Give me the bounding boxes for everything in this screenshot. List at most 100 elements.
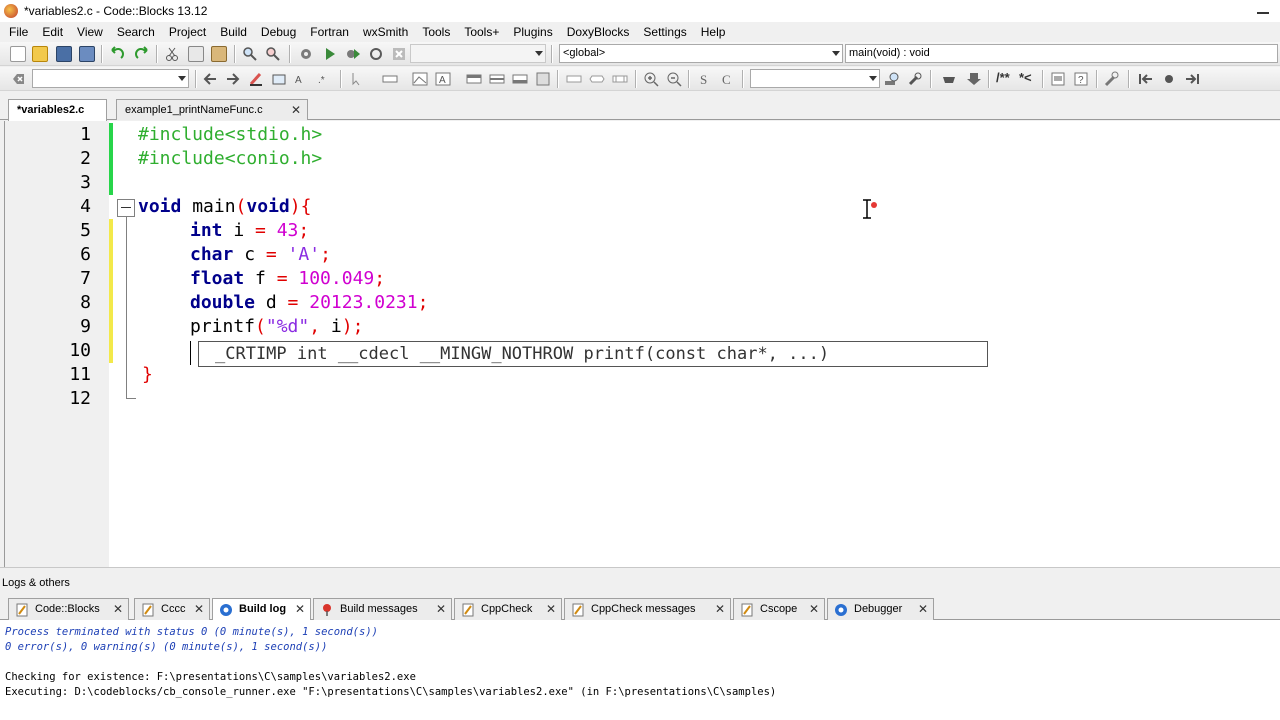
paste-icon[interactable]: [211, 46, 227, 62]
code-editor[interactable]: 1 2 3 4 5 6 7 8 9 10 11 12 #include<stdi…: [4, 121, 1280, 567]
menu-doxyblocks[interactable]: DoxyBlocks: [560, 22, 637, 42]
rebuild-icon[interactable]: [368, 46, 384, 62]
tab-example1-printnamefunc[interactable]: example1_printNameFunc.c ✕: [116, 99, 308, 120]
layout-top-icon[interactable]: [466, 71, 482, 87]
fold-collapse-icon[interactable]: [117, 199, 135, 217]
layout-fill-icon[interactable]: [535, 71, 551, 87]
run-icon[interactable]: [322, 46, 338, 62]
build-target-dropdown[interactable]: [410, 44, 546, 63]
build-gear-icon[interactable]: [298, 46, 314, 62]
prev-bookmark-icon[interactable]: [1138, 71, 1154, 87]
redo-icon[interactable]: [134, 46, 150, 62]
shape-hex-icon[interactable]: [589, 71, 605, 87]
tab-cscope[interactable]: Cscope ✕: [733, 598, 825, 620]
build-log-output[interactable]: Process terminated with status 0 (0 minu…: [0, 620, 1280, 720]
zoom-out-icon[interactable]: [666, 71, 682, 87]
jump-forward-icon[interactable]: [225, 71, 241, 87]
match-case-icon[interactable]: [271, 71, 287, 87]
tab-build-log[interactable]: Build log ✕: [212, 598, 311, 620]
tab-codeblocks-log[interactable]: Code::Blocks ✕: [8, 598, 129, 620]
menu-tools-plus[interactable]: Tools+: [457, 22, 506, 42]
pointer-icon[interactable]: [348, 71, 364, 87]
function-dropdown[interactable]: main(void) : void: [845, 44, 1278, 63]
menu-fortran[interactable]: Fortran: [303, 22, 356, 42]
doxy-wrench-icon[interactable]: [907, 71, 923, 87]
replace-icon[interactable]: [265, 46, 281, 62]
cut-icon[interactable]: [164, 46, 180, 62]
find-icon[interactable]: [242, 46, 258, 62]
jump-back-icon[interactable]: [202, 71, 218, 87]
image-icon[interactable]: [412, 71, 428, 87]
doc-comment-button[interactable]: /**: [996, 70, 1010, 85]
save-icon[interactable]: [56, 46, 72, 62]
shape-rect-icon[interactable]: [566, 71, 582, 87]
menu-edit[interactable]: Edit: [35, 22, 70, 42]
clear-search-icon[interactable]: [10, 71, 26, 87]
help-icon[interactable]: ?: [1073, 71, 1089, 87]
s-icon[interactable]: S: [697, 71, 713, 87]
new-file-icon[interactable]: [10, 46, 26, 62]
menu-debug[interactable]: Debug: [254, 22, 303, 42]
menu-tools[interactable]: Tools: [415, 22, 457, 42]
code-line-8: double d = 20123.0231;: [190, 291, 428, 315]
build-and-run-icon[interactable]: [345, 46, 361, 62]
open-folder-icon[interactable]: [32, 46, 48, 62]
close-tab-icon[interactable]: ✕: [809, 599, 819, 620]
inline-comment-button[interactable]: *<: [1019, 70, 1032, 85]
text-box-icon[interactable]: [382, 71, 398, 87]
toolbar-separator: [551, 45, 553, 63]
next-bookmark-icon[interactable]: [1184, 71, 1200, 87]
close-tab-icon[interactable]: ✕: [113, 599, 123, 620]
log-line: Executing: D:\codeblocks/cb_console_runn…: [5, 686, 777, 698]
doxywizard-icon[interactable]: [941, 71, 957, 87]
menu-search[interactable]: Search: [110, 22, 162, 42]
close-tab-icon[interactable]: ✕: [295, 599, 305, 620]
zoom-in-icon[interactable]: [643, 71, 659, 87]
menu-settings[interactable]: Settings: [636, 22, 693, 42]
undo-icon[interactable]: [109, 46, 125, 62]
window-title: *variables2.c - Code::Blocks 13.12: [24, 4, 208, 18]
pin-icon: [323, 604, 331, 616]
shape-box-icon[interactable]: [612, 71, 628, 87]
tab-build-messages[interactable]: Build messages ✕: [313, 598, 452, 620]
menu-plugins[interactable]: Plugins: [506, 22, 559, 42]
highlight-icon[interactable]: [248, 71, 264, 87]
menu-view[interactable]: View: [70, 22, 110, 42]
tab-cppcheck[interactable]: CppCheck ✕: [454, 598, 562, 620]
close-tab-icon[interactable]: ✕: [194, 599, 204, 620]
document-icon: [741, 603, 753, 617]
log-line: Process terminated with status 0 (0 minu…: [5, 626, 378, 638]
doxy-dropdown[interactable]: [750, 69, 880, 88]
tab-cccc[interactable]: Cccc ✕: [134, 598, 210, 620]
regex-icon[interactable]: .*: [316, 71, 332, 87]
toggle-bookmark-icon[interactable]: [1161, 71, 1177, 87]
doxy-search-icon[interactable]: [884, 71, 900, 87]
text-icon[interactable]: A: [435, 71, 451, 87]
abort-icon[interactable]: [391, 46, 407, 62]
save-all-icon[interactable]: [79, 46, 95, 62]
incremental-search-input[interactable]: [32, 69, 189, 88]
extract-icon[interactable]: [966, 71, 982, 87]
copy-icon[interactable]: [188, 46, 204, 62]
layout-middle-icon[interactable]: [489, 71, 505, 87]
close-tab-icon[interactable]: ✕: [546, 599, 556, 620]
scope-dropdown[interactable]: <global>: [559, 44, 843, 63]
menu-build[interactable]: Build: [213, 22, 254, 42]
close-tab-icon[interactable]: ✕: [918, 599, 928, 620]
close-tab-icon[interactable]: ✕: [715, 599, 725, 620]
menu-help[interactable]: Help: [694, 22, 733, 42]
tab-debugger[interactable]: Debugger ✕: [827, 598, 934, 620]
minimize-button[interactable]: [1252, 4, 1274, 16]
close-tab-icon[interactable]: ✕: [291, 100, 301, 120]
layout-bottom-icon[interactable]: [512, 71, 528, 87]
menu-project[interactable]: Project: [162, 22, 213, 42]
menu-file[interactable]: File: [2, 22, 35, 42]
c-icon[interactable]: C: [720, 71, 736, 87]
close-tab-icon[interactable]: ✕: [436, 599, 446, 620]
chm-icon[interactable]: [1050, 71, 1066, 87]
tab-cppcheck-messages[interactable]: CppCheck messages ✕: [564, 598, 731, 620]
settings-wrench-icon[interactable]: [1103, 71, 1119, 87]
whole-word-icon[interactable]: A: [294, 71, 310, 87]
menu-wxsmith[interactable]: wxSmith: [356, 22, 415, 42]
tab-variables2[interactable]: *variables2.c: [8, 99, 107, 121]
